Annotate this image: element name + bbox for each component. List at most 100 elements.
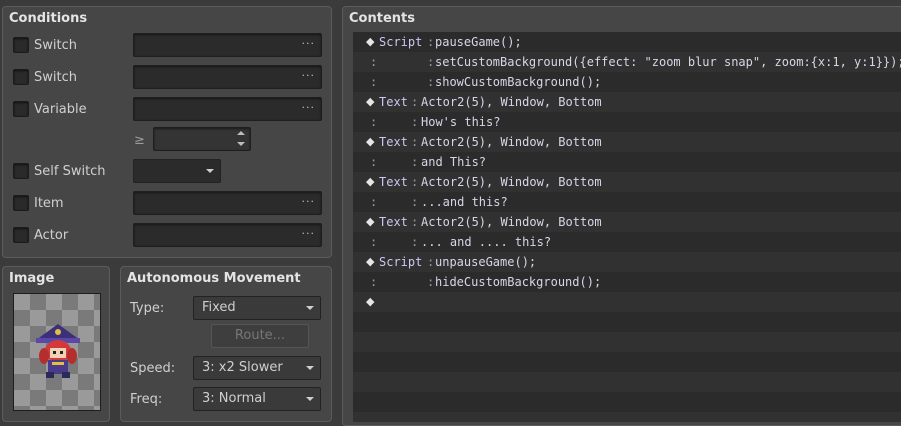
- autonomous-movement-panel: Autonomous Movement Type: Fixed Route...…: [120, 266, 332, 422]
- command-separator: :: [411, 215, 419, 229]
- command-row[interactable]: : : ...and this?: [353, 192, 901, 212]
- conditions-panel: Conditions Switch ··· Switch ··· Variabl…: [2, 6, 332, 258]
- freq-dropdown[interactable]: 3: Normal: [193, 387, 321, 411]
- type-dropdown[interactable]: Fixed: [193, 296, 321, 320]
- variable-label: Variable: [34, 102, 87, 117]
- variable-field[interactable]: ···: [133, 97, 322, 121]
- command-text: and This?: [421, 155, 487, 169]
- command-text: Actor2(5), Window, Bottom: [421, 175, 602, 189]
- actor-field[interactable]: ···: [133, 223, 322, 247]
- route-button[interactable]: Route...: [211, 324, 309, 348]
- switch2-ellipsis-button[interactable]: ···: [302, 69, 316, 82]
- switch2-checkbox[interactable]: [13, 69, 29, 85]
- command-row[interactable]: ◆ Text: Actor2(5), Window, Bottom: [353, 212, 901, 232]
- speed-label: Speed:: [130, 361, 176, 376]
- command-separator: :: [427, 275, 435, 289]
- type-label: Type:: [130, 301, 165, 316]
- command-separator: :: [427, 35, 435, 49]
- type-value: Fixed: [202, 300, 236, 315]
- spin-down-icon[interactable]: [237, 142, 245, 146]
- command-row[interactable]: : :... and .... this?: [353, 232, 901, 252]
- command-name: [379, 272, 422, 292]
- speed-value: 3: x2 Slower: [202, 360, 283, 375]
- command-name: [379, 232, 408, 252]
- command-text: Actor2(5), Window, Bottom: [421, 135, 602, 149]
- command-row[interactable]: [353, 412, 901, 422]
- command-row[interactable]: [353, 332, 901, 352]
- spin-up-icon[interactable]: [237, 131, 245, 135]
- switch1-checkbox[interactable]: [13, 37, 29, 53]
- switch1-label: Switch: [34, 38, 77, 53]
- chevron-down-icon: [306, 306, 314, 310]
- self-switch-dropdown[interactable]: [133, 159, 221, 183]
- command-separator: :: [411, 155, 419, 169]
- item-field[interactable]: ···: [133, 191, 322, 215]
- item-ellipsis-button[interactable]: ···: [302, 195, 316, 208]
- contents-title: Contents: [349, 11, 415, 26]
- command-name: Text: [379, 215, 408, 229]
- command-name: [379, 72, 422, 92]
- actor-checkbox[interactable]: [13, 227, 29, 243]
- command-row[interactable]: ◆ Text: Actor2(5), Window, Bottom: [353, 172, 901, 192]
- command-text: showCustomBackground();: [435, 75, 602, 89]
- command-row[interactable]: [353, 352, 901, 372]
- item-checkbox[interactable]: [13, 195, 29, 211]
- command-separator: :: [411, 175, 419, 189]
- command-text: Actor2(5), Window, Bottom: [421, 95, 602, 109]
- command-row[interactable]: ◆ Script: unpauseGame();: [353, 252, 901, 272]
- chevron-down-icon: [206, 169, 214, 173]
- command-name: Text: [379, 175, 408, 189]
- continuation-marker: :: [370, 115, 378, 129]
- continuation-marker: :: [370, 195, 378, 209]
- command-row[interactable]: : : hideCustomBackground();: [353, 272, 901, 292]
- variable-checkbox[interactable]: [13, 101, 29, 117]
- actor-ellipsis-button[interactable]: ···: [302, 227, 316, 240]
- command-text: hideCustomBackground();: [435, 275, 602, 289]
- command-text: Actor2(5), Window, Bottom: [421, 215, 602, 229]
- command-row[interactable]: [353, 392, 901, 412]
- continuation-marker: :: [370, 75, 378, 89]
- speed-dropdown[interactable]: 3: x2 Slower: [193, 356, 321, 380]
- freq-label: Freq:: [130, 392, 163, 407]
- conditions-title: Conditions: [9, 11, 88, 26]
- command-separator: :: [411, 135, 419, 149]
- command-text: ... and .... this?: [421, 235, 552, 249]
- item-label: Item: [34, 196, 64, 211]
- event-command-list[interactable]: ◆ Script: pauseGame();: : setCustomBackgrou…: [353, 32, 901, 422]
- command-text: pauseGame();: [435, 35, 522, 49]
- command-row[interactable]: : : How's this?: [353, 112, 901, 132]
- command-row[interactable]: : : and This?: [353, 152, 901, 172]
- command-name: Text: [379, 95, 408, 109]
- command-row[interactable]: ◆ Text: Actor2(5), Window, Bottom: [353, 132, 901, 152]
- variable-ellipsis-button[interactable]: ···: [302, 101, 316, 114]
- continuation-marker: :: [370, 155, 378, 169]
- continuation-marker: :: [370, 275, 378, 289]
- chevron-down-icon: [306, 397, 314, 401]
- freq-value: 3: Normal: [202, 391, 266, 406]
- variable-operator: ≥: [134, 133, 145, 148]
- command-row[interactable]: ◆: [353, 292, 901, 312]
- command-row[interactable]: [353, 372, 901, 392]
- switch1-field[interactable]: ···: [133, 33, 322, 57]
- command-text: How's this?: [421, 115, 501, 129]
- command-diamond-icon: ◆: [366, 35, 375, 48]
- image-title: Image: [9, 271, 55, 286]
- switch1-ellipsis-button[interactable]: ···: [302, 37, 316, 50]
- actor-label: Actor: [34, 228, 69, 243]
- variable-value-spinner[interactable]: [153, 127, 251, 151]
- self-switch-checkbox[interactable]: [13, 163, 29, 179]
- command-row[interactable]: ◆ Script: pauseGame();: [353, 32, 901, 52]
- command-name: [379, 112, 408, 132]
- command-name: Script: [379, 255, 423, 269]
- command-row[interactable]: : : setCustomBackground({effect: "zoom bl…: [353, 52, 901, 72]
- command-separator: :: [411, 115, 419, 129]
- command-row[interactable]: [353, 312, 901, 332]
- self-switch-label: Self Switch: [34, 164, 106, 179]
- image-preview[interactable]: [13, 293, 101, 411]
- command-row[interactable]: : : showCustomBackground();: [353, 72, 901, 92]
- command-name: [379, 192, 408, 212]
- command-row[interactable]: ◆ Text: Actor2(5), Window, Bottom: [353, 92, 901, 112]
- movement-title: Autonomous Movement: [127, 271, 301, 286]
- switch2-field[interactable]: ···: [133, 65, 322, 89]
- command-text: unpauseGame();: [435, 255, 537, 269]
